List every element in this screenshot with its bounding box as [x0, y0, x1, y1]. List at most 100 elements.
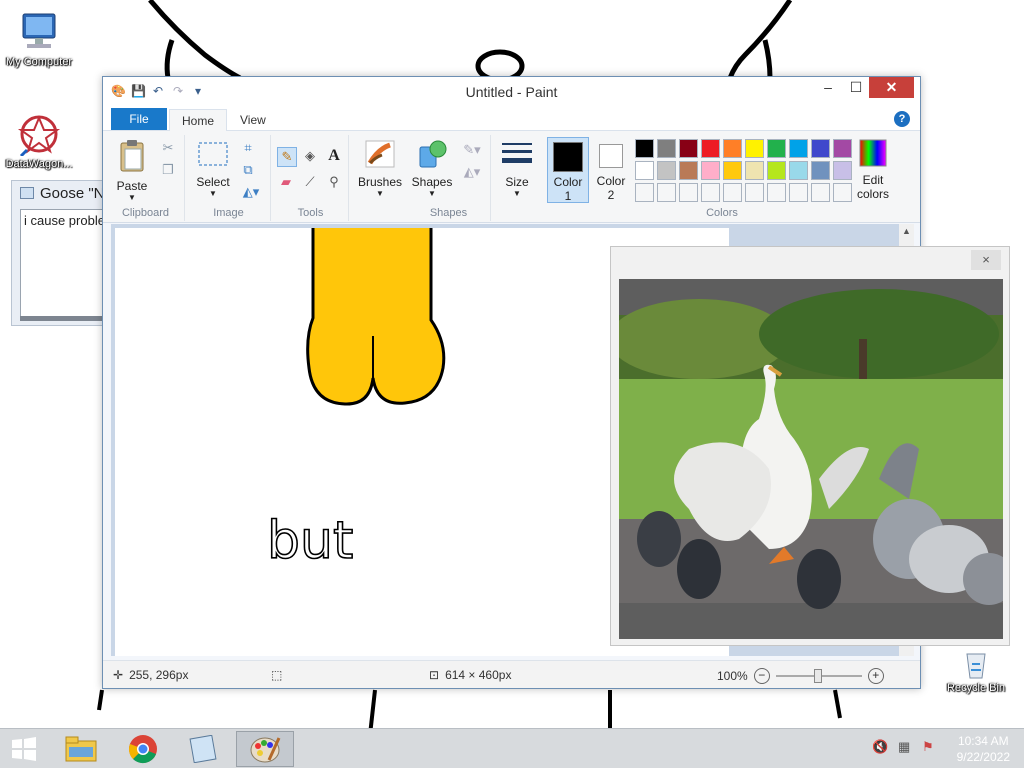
clock-date: 9/22/2022: [956, 750, 1010, 764]
help-button[interactable]: ?: [894, 111, 910, 127]
palette-swatch[interactable]: [811, 161, 830, 180]
paint-titlebar[interactable]: 🎨 💾 ↶ ↷ ▾ Untitled - Paint – ☐ ✕: [103, 77, 920, 107]
palette-swatch[interactable]: [679, 139, 698, 158]
image-size: ⊡ 614 × 460px: [429, 668, 511, 682]
start-button[interactable]: [0, 731, 48, 767]
tab-home[interactable]: Home: [169, 109, 228, 131]
zoom-slider-thumb[interactable]: [813, 669, 822, 683]
edit-colors-button[interactable]: Edit colors: [853, 139, 893, 201]
magnifier-icon[interactable]: ⚲: [325, 173, 343, 191]
zoom-in-icon[interactable]: +: [867, 668, 884, 684]
maximize-button[interactable]: ☐: [842, 77, 870, 98]
chevron-down-icon: ▼: [513, 189, 521, 198]
palette-swatch[interactable]: [767, 161, 786, 180]
palette-swatch[interactable]: [635, 161, 654, 180]
video-popup[interactable]: ×: [610, 246, 1010, 646]
popup-close-button[interactable]: ×: [971, 250, 1001, 270]
network-icon[interactable]: ▦: [898, 739, 910, 755]
outline-icon[interactable]: ✎▾: [459, 141, 485, 159]
palette-empty-swatch[interactable]: [811, 183, 830, 202]
copy-icon[interactable]: ❐: [159, 161, 177, 179]
palette-swatch[interactable]: [767, 139, 786, 158]
folder-icon: [65, 736, 97, 762]
palette-swatch[interactable]: [701, 139, 720, 158]
notepad-icon: [20, 187, 34, 199]
palette-empty-swatch[interactable]: [767, 183, 786, 202]
taskbar-notepad[interactable]: [174, 731, 232, 767]
datawagon-icon: [17, 115, 61, 156]
goose-legs-drawing: [306, 224, 446, 406]
palette-swatch[interactable]: [635, 139, 654, 158]
palette-swatch[interactable]: [789, 139, 808, 158]
color1-button[interactable]: Color 1: [547, 137, 589, 203]
palette-empty-swatch[interactable]: [745, 183, 764, 202]
taskbar: 🔇 ▦ ⚑ 10:34 AM 9/22/2022: [0, 728, 1024, 768]
taskbar-paint[interactable]: [236, 731, 294, 767]
palette-swatch[interactable]: [833, 139, 852, 158]
brushes-button[interactable]: Brushes ▼: [355, 139, 405, 198]
palette-swatch[interactable]: [833, 161, 852, 180]
crop-icon[interactable]: ⌗: [239, 139, 257, 157]
palette-swatch[interactable]: [745, 139, 764, 158]
color1-swatch: [553, 142, 583, 172]
palette-empty-swatch[interactable]: [679, 183, 698, 202]
zoom-out-icon[interactable]: −: [753, 668, 770, 684]
palette-swatch[interactable]: [723, 139, 742, 158]
palette-swatch[interactable]: [701, 161, 720, 180]
palette-empty-swatch[interactable]: [789, 183, 808, 202]
desktop-icon-my-computer[interactable]: My Computer: [0, 10, 78, 68]
size-button[interactable]: Size ▼: [497, 139, 537, 198]
computer-icon: [22, 13, 56, 48]
group-colors: Color 1 Color 2 Edit colors Colors: [543, 135, 901, 221]
select-button[interactable]: Select ▼: [193, 139, 233, 198]
chrome-icon: [128, 735, 157, 764]
palette-swatch[interactable]: [679, 161, 698, 180]
fill-shape-icon[interactable]: ◭▾: [459, 163, 485, 181]
resize-icon[interactable]: ⧉: [239, 161, 257, 179]
rotate-icon[interactable]: ◭▾: [239, 183, 263, 201]
shapes-icon: [419, 140, 447, 168]
taskbar-file-explorer[interactable]: [52, 731, 110, 767]
palette-swatch[interactable]: [657, 161, 676, 180]
action-center-icon[interactable]: ⚑: [922, 739, 934, 755]
text-icon[interactable]: A: [325, 147, 343, 165]
note-titlebar[interactable]: Goose "N: [12, 181, 110, 205]
tab-file[interactable]: File: [111, 108, 167, 130]
zoom-slider[interactable]: [775, 669, 862, 683]
palette-swatch[interactable]: [811, 139, 830, 158]
pencil-icon[interactable]: ✎: [277, 147, 297, 167]
palette-empty-swatch[interactable]: [833, 183, 852, 202]
volume-muted-icon[interactable]: 🔇: [872, 739, 888, 755]
scroll-up-icon[interactable]: ▲: [899, 226, 914, 236]
shapes-button[interactable]: Shapes ▼: [409, 139, 455, 198]
paste-button[interactable]: Paste ▼: [115, 139, 149, 202]
fill-icon[interactable]: ◈: [301, 147, 319, 165]
palette-empty-swatch[interactable]: [635, 183, 654, 202]
select-label: Select: [196, 175, 230, 189]
group-label: Tools: [297, 207, 324, 219]
chevron-down-icon: ▼: [376, 189, 384, 198]
palette-empty-swatch[interactable]: [701, 183, 720, 202]
taskbar-chrome[interactable]: [114, 731, 172, 767]
close-button[interactable]: ✕: [869, 77, 914, 98]
paste-icon: [120, 140, 144, 172]
desktop-icon-recycle-bin[interactable]: Recycle Bin: [937, 646, 1015, 694]
palette-swatch[interactable]: [789, 161, 808, 180]
goose-note-window[interactable]: Goose "N i cause proble: [11, 180, 116, 326]
brushes-label: Brushes: [357, 175, 403, 189]
desktop-icon-datawagon[interactable]: DataWagon...: [0, 112, 78, 170]
tab-view[interactable]: View: [228, 109, 278, 131]
desktop-icon-label: DataWagon...: [5, 158, 73, 170]
handwritten-text: but: [267, 511, 353, 571]
clock[interactable]: 10:34 AM 9/22/2022: [957, 733, 1010, 765]
color-picker-icon[interactable]: ⟋: [301, 173, 319, 191]
eraser-icon[interactable]: ▰: [277, 173, 295, 191]
palette-swatch[interactable]: [657, 139, 676, 158]
palette-swatch[interactable]: [745, 161, 764, 180]
palette-swatch[interactable]: [723, 161, 742, 180]
color2-button[interactable]: Color 2: [591, 137, 631, 202]
minimize-button[interactable]: –: [814, 77, 842, 98]
palette-empty-swatch[interactable]: [657, 183, 676, 202]
cut-icon[interactable]: ✂: [159, 139, 177, 157]
palette-empty-swatch[interactable]: [723, 183, 742, 202]
